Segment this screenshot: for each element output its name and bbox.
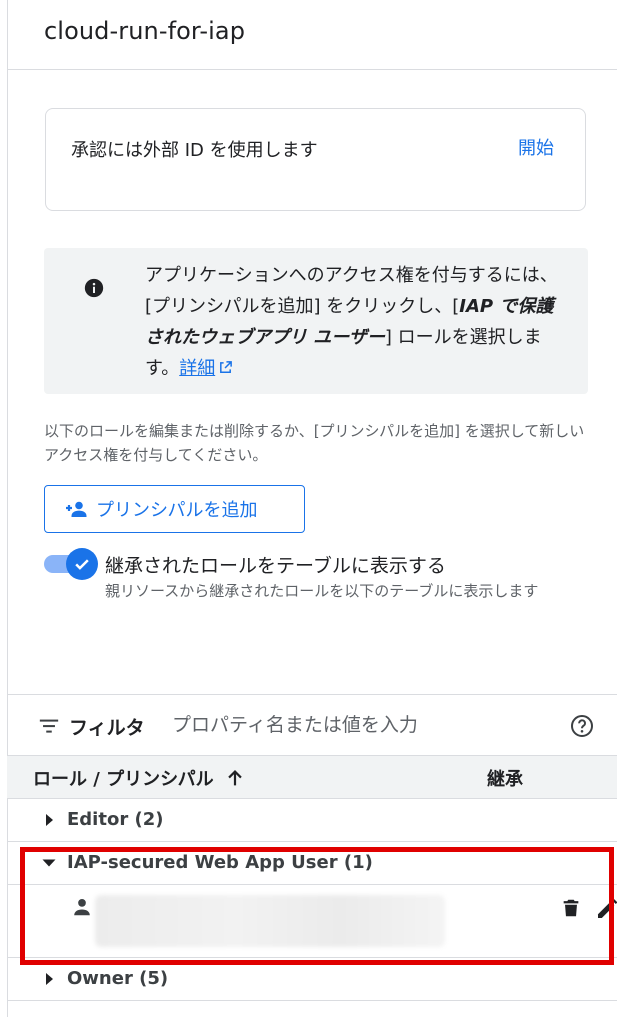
toggle-description: 親リソースから継承されたロールを以下のテーブルに表示します: [105, 582, 539, 600]
trash-icon[interactable]: [560, 897, 582, 919]
external-id-start-link[interactable]: 開始: [518, 134, 554, 160]
info-callout: アプリケーションへのアクセス権を付与するには、[プリンシパルを追加] をクリック…: [44, 248, 588, 394]
redacted-principal: [95, 895, 445, 947]
toggle-label: 継承されたロールをテーブルに表示する: [105, 555, 446, 577]
add-person-icon: [66, 501, 87, 517]
column-role-principal-label: ロール / プリンシパル: [33, 769, 214, 790]
role-row-editor[interactable]: Editor (2): [7, 799, 617, 842]
principal-row: [7, 885, 617, 958]
role-row-label: IAP-secured Web App User (1): [67, 852, 373, 873]
external-id-label: 承認には外部 ID を使用します: [71, 140, 318, 161]
table-header: ロール / プリンシパル 継承: [7, 755, 617, 799]
filter-label: フィルタ: [69, 717, 145, 739]
edit-icon[interactable]: [595, 897, 617, 921]
toggle-knob: [66, 548, 98, 580]
add-principal-label: プリンシパルを追加: [96, 500, 258, 521]
external-link-icon: [220, 361, 233, 373]
role-row-label: Editor (2): [67, 809, 164, 830]
column-header-role-principal[interactable]: ロール / プリンシパル: [33, 765, 246, 791]
caret-down-icon[interactable]: [41, 855, 57, 871]
role-row-iap-secured-web-app-user[interactable]: IAP-secured Web App User (1): [7, 842, 617, 885]
help-text: 以下のロールを編集または削除するか、[プリンシパルを追加] を選択して新しいアク…: [44, 422, 585, 464]
filter-input[interactable]: [172, 709, 552, 741]
info-text: アプリケーションへのアクセス権を付与するには、[プリンシパルを追加] をクリック…: [145, 260, 565, 384]
inherited-roles-toggle[interactable]: [44, 548, 98, 580]
learn-more-label: 詳細: [179, 358, 216, 379]
arrow-up-icon: [227, 770, 242, 786]
caret-right-icon[interactable]: [41, 812, 57, 828]
check-icon: [75, 559, 89, 570]
header-divider: [7, 69, 617, 70]
learn-more-link[interactable]: 詳細: [179, 358, 233, 379]
add-principal-button[interactable]: プリンシパルを追加: [44, 485, 305, 533]
role-row-label: Owner (5): [67, 968, 169, 989]
column-header-inherited: 継承: [487, 769, 523, 790]
info-icon: [84, 278, 104, 298]
role-row-owner[interactable]: Owner (5): [7, 958, 617, 1001]
help-icon[interactable]: [570, 714, 594, 738]
filter-bar: フィルタ: [7, 695, 617, 755]
caret-right-icon[interactable]: [41, 971, 57, 987]
external-id-card: 承認には外部 ID を使用します 開始: [45, 108, 586, 211]
filter-icon[interactable]: [38, 715, 60, 737]
person-icon: [74, 899, 90, 916]
page-title: cloud-run-for-iap: [44, 17, 246, 45]
